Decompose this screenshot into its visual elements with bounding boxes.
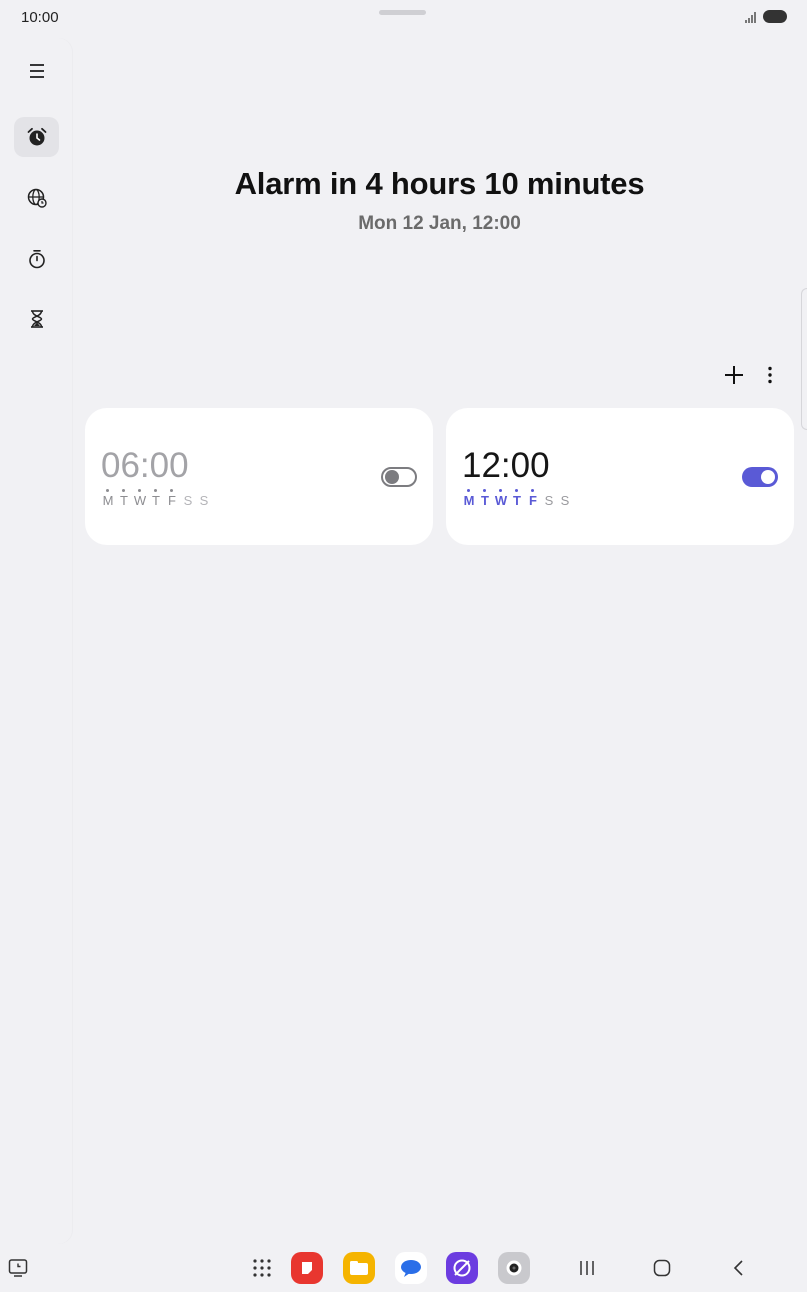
notes-app-icon <box>291 1252 323 1284</box>
alarm-toggle[interactable] <box>742 467 778 487</box>
back-icon <box>733 1260 743 1276</box>
more-vertical-icon <box>768 366 772 384</box>
alarm-icon <box>27 127 46 146</box>
files-app-button[interactable] <box>343 1252 375 1284</box>
hourglass-icon <box>30 310 43 328</box>
apps-grid-button[interactable] <box>246 1252 278 1284</box>
apps-grid-icon <box>253 1259 271 1277</box>
day-label: S <box>544 493 554 508</box>
messages-app-icon <box>395 1252 427 1284</box>
day-label: W <box>133 489 147 510</box>
signal-icon <box>745 11 756 23</box>
day-label: M <box>101 489 115 510</box>
day-label: S <box>199 493 209 508</box>
alarm-repeat-days: M T W T F S S <box>462 489 572 510</box>
status-time: 10:00 <box>21 9 59 26</box>
day-label: M <box>462 489 476 510</box>
screen-time-icon <box>8 1259 28 1277</box>
day-label: W <box>494 489 508 510</box>
notes-app-button[interactable] <box>291 1252 323 1284</box>
files-app-icon <box>343 1252 375 1284</box>
plus-icon <box>725 366 743 384</box>
day-label: T <box>117 489 131 510</box>
pinned-app-button[interactable] <box>2 1252 34 1284</box>
globe-icon <box>27 188 47 208</box>
rail-item-alarm[interactable] <box>14 117 59 157</box>
more-options-button[interactable] <box>760 362 780 388</box>
navigation-rail <box>0 38 72 1244</box>
day-label: F <box>526 489 540 510</box>
alarm-time: 12:00 <box>462 446 550 485</box>
day-label: F <box>165 489 179 510</box>
taskbar <box>0 1244 807 1292</box>
alarm-toggle[interactable] <box>381 467 417 487</box>
day-label: T <box>510 489 524 510</box>
camera-app-icon <box>498 1252 530 1284</box>
day-label: T <box>149 489 163 510</box>
recents-button[interactable] <box>571 1252 603 1284</box>
back-button[interactable] <box>723 1252 755 1284</box>
menu-icon <box>29 64 44 78</box>
rail-item-world-clock[interactable] <box>14 178 59 218</box>
alarm-card[interactable]: 06:00 M T W T F S S <box>85 408 433 545</box>
internet-app-button[interactable] <box>446 1252 478 1284</box>
stopwatch-icon <box>28 249 45 269</box>
day-label: S <box>560 493 570 508</box>
alarm-time: 06:00 <box>101 446 189 485</box>
battery-icon <box>763 10 787 23</box>
recents-icon <box>580 1261 594 1275</box>
menu-button[interactable] <box>14 51 59 91</box>
home-button[interactable] <box>646 1252 678 1284</box>
home-icon <box>653 1259 671 1277</box>
rail-item-stopwatch[interactable] <box>14 239 59 279</box>
internet-app-icon <box>446 1252 478 1284</box>
day-label: T <box>478 489 492 510</box>
alarm-repeat-days: M T W T F S S <box>101 489 211 510</box>
camera-app-button[interactable] <box>498 1252 530 1284</box>
rail-item-timer[interactable] <box>14 299 59 339</box>
next-alarm-title: Alarm in 4 hours 10 minutes <box>234 166 645 201</box>
messages-app-button[interactable] <box>395 1252 427 1284</box>
next-alarm-datetime: Mon 12 Jan, 12:00 <box>358 213 521 234</box>
day-label: S <box>183 493 193 508</box>
scroll-indicator[interactable] <box>801 288 807 430</box>
alarm-card[interactable]: 12:00 M T W T F S S <box>446 408 794 545</box>
drag-handle[interactable] <box>379 10 426 15</box>
clock-app-screen: 10:00 Alarm in 4 hours 10 minutes Mon 12… <box>0 0 807 1292</box>
add-alarm-button[interactable] <box>722 362 746 388</box>
status-icons <box>745 10 787 23</box>
